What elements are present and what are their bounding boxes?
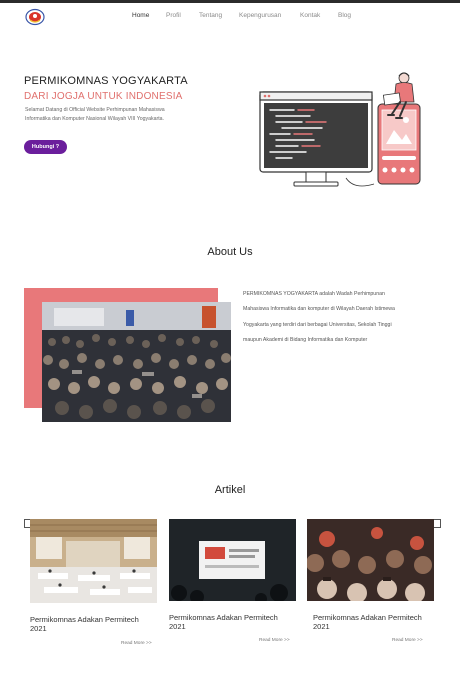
coding-illustration: [259, 72, 421, 187]
article-title-3[interactable]: Permikomnas Adakan Permitech 2021: [313, 613, 423, 631]
about-heading: About Us: [207, 246, 253, 258]
article-title-1[interactable]: Permikomnas Adakan Permitech 2021: [30, 615, 140, 633]
hero-description: Selamat Datang di Official Website Perhi…: [25, 107, 165, 122]
contact-button[interactable]: Hubungi ?: [24, 140, 67, 154]
about-crowd-photo: [42, 302, 231, 422]
top-border: [0, 0, 460, 3]
hero-title: PERMIKOMNAS YOGYAKARTA: [24, 75, 188, 87]
nav-tentang[interactable]: Tentang: [199, 12, 222, 19]
article-title-2[interactable]: Permikomnas Adakan Permitech 2021: [169, 613, 279, 631]
nav-blog[interactable]: Blog: [338, 12, 351, 19]
about-description: PERMIKOMNAS YOGYAKARTA adalah Wadah Perh…: [243, 291, 395, 343]
nav-profil[interactable]: Profil: [166, 12, 181, 19]
articles-heading: Artikel: [214, 484, 246, 496]
article-image-3[interactable]: [307, 519, 434, 601]
nav-kepengurusan[interactable]: Kepengurusan: [239, 12, 281, 19]
article-read-more-3[interactable]: Read More >>: [392, 638, 423, 643]
article-read-more-2[interactable]: Read More >>: [259, 638, 290, 643]
article-image-2[interactable]: [169, 519, 296, 601]
main-nav: Home Profil Tentang Kepengurusan Kontak …: [0, 12, 460, 24]
article-image-1[interactable]: [30, 519, 157, 603]
nav-kontak[interactable]: Kontak: [300, 12, 320, 19]
hero-subtitle: DARI JOGJA UNTUK INDONESIA: [24, 91, 183, 102]
article-read-more-1[interactable]: Read More >>: [121, 641, 152, 646]
nav-home[interactable]: Home: [132, 12, 149, 19]
